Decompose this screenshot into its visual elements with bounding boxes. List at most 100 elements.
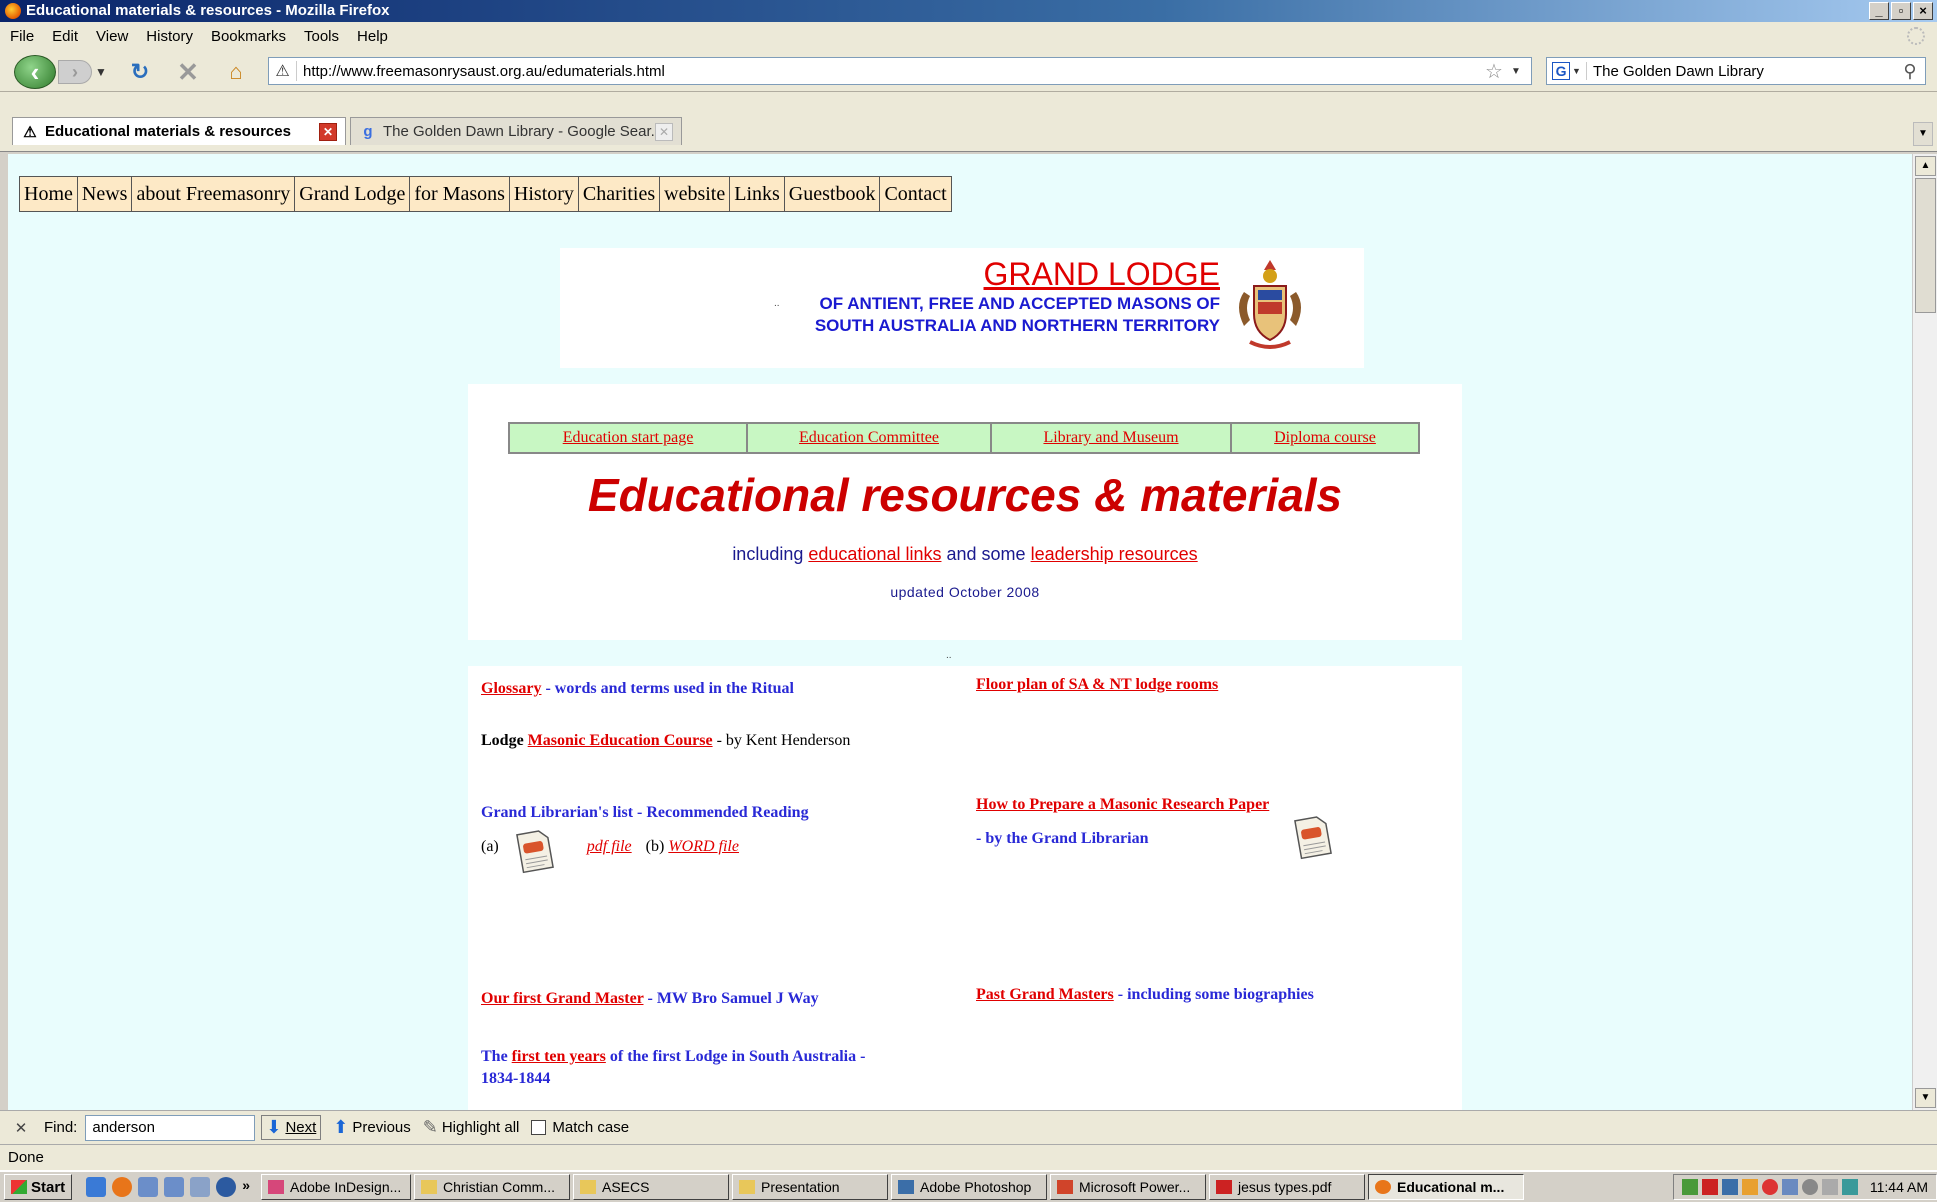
edu-nav-diploma-course[interactable]: Diploma course — [1232, 424, 1418, 452]
pdf-icon[interactable] — [515, 827, 556, 874]
window-icon[interactable] — [138, 1177, 159, 1197]
masonic-education-course-link[interactable]: Masonic Education Course — [528, 732, 713, 749]
edu-nav-library-museum[interactable]: Library and Museum — [992, 424, 1232, 452]
start-button[interactable]: Start — [4, 1174, 73, 1200]
navigation-toolbar: ‹ › ▼ ↻ ✕ ⌂ ⚠ http://www.freemasonrysaus… — [0, 50, 1937, 92]
checkbox-icon[interactable] — [531, 1120, 547, 1135]
taskbar-item-asecs[interactable]: ASECS — [572, 1174, 729, 1200]
forward-button[interactable]: › — [58, 60, 92, 84]
find-previous-button[interactable]: ⬆ Previous — [333, 1117, 410, 1138]
site-nav-grand-lodge[interactable]: Grand Lodge — [295, 177, 411, 211]
edu-nav-committee[interactable]: Education Committee — [748, 424, 992, 452]
tray-app-icon[interactable] — [1681, 1179, 1698, 1195]
research-paper-link[interactable]: How to Prepare a Masonic Research Paper — [976, 796, 1269, 813]
restore-button[interactable]: ▫ — [1891, 2, 1911, 20]
compass-icon: ⚠ — [23, 123, 37, 141]
menu-tools[interactable]: Tools — [304, 28, 339, 45]
floor-plan-link[interactable]: Floor plan of SA & NT lodge rooms — [976, 676, 1218, 693]
stop-button[interactable]: ✕ — [174, 57, 202, 87]
window-icon[interactable] — [164, 1177, 185, 1197]
taskbar-item-label: Adobe InDesign... — [289, 1179, 402, 1195]
menu-help[interactable]: Help — [357, 28, 388, 45]
close-tab-button[interactable]: ✕ — [319, 122, 337, 141]
media-player-icon[interactable] — [216, 1177, 237, 1197]
calculator-icon[interactable] — [190, 1177, 211, 1197]
bookmark-star-icon[interactable]: ☆ — [1485, 59, 1511, 84]
site-nav-contact[interactable]: Contact — [880, 177, 950, 211]
reload-button[interactable]: ↻ — [126, 58, 154, 86]
ie-icon[interactable] — [86, 1177, 107, 1197]
firefox-icon[interactable] — [112, 1177, 133, 1197]
tray-app-icon[interactable] — [1821, 1179, 1838, 1195]
more-quick-launch-icon[interactable]: » — [242, 1177, 250, 1197]
menu-view[interactable]: View — [96, 28, 128, 45]
site-identity-icon[interactable]: ⚠ — [269, 61, 297, 81]
taskbar-item-firefox-educational[interactable]: Educational m... — [1367, 1174, 1524, 1200]
first-ten-years-link[interactable]: first ten years — [512, 1048, 606, 1065]
address-bar[interactable]: ⚠ http://www.freemasonrysaust.org.au/edu… — [268, 57, 1532, 85]
vertical-scrollbar[interactable]: ▲ ▼ — [1912, 154, 1937, 1110]
close-window-button[interactable]: × — [1913, 2, 1933, 20]
tab-golden-dawn-search[interactable]: g The Golden Dawn Library - Google Sear.… — [350, 117, 682, 145]
taskbar-item-label: ASECS — [601, 1179, 650, 1195]
site-nav-about-freemasonry[interactable]: about Freemasonry — [132, 177, 296, 211]
scroll-up-button[interactable]: ▲ — [1915, 156, 1936, 176]
tray-app-icon[interactable] — [1721, 1179, 1738, 1195]
site-nav-charities[interactable]: Charities — [579, 177, 661, 211]
close-find-bar-icon[interactable]: ✕ — [8, 1119, 34, 1137]
tray-app-icon[interactable] — [1801, 1179, 1818, 1195]
tray-volume-icon[interactable] — [1841, 1179, 1858, 1195]
site-nav-links[interactable]: Links — [730, 177, 785, 211]
search-engine-button[interactable]: G ▼ — [1547, 62, 1587, 80]
find-input[interactable] — [85, 1114, 256, 1141]
site-nav-website[interactable]: website — [660, 177, 731, 211]
url-dropdown-icon[interactable]: ▼ — [1511, 66, 1531, 77]
first-grand-master-link[interactable]: Our first Grand Master — [481, 990, 644, 1007]
educational-links-link[interactable]: educational links — [808, 544, 941, 564]
tray-ati-icon[interactable] — [1701, 1179, 1718, 1195]
search-icon[interactable]: ⚲ — [1895, 61, 1925, 82]
pdf-icon[interactable] — [1293, 813, 1334, 860]
taskbar-item-christian-comm[interactable]: Christian Comm... — [413, 1174, 570, 1200]
taskbar-item-presentation[interactable]: Presentation — [731, 1174, 888, 1200]
scroll-down-button[interactable]: ▼ — [1915, 1088, 1936, 1108]
menu-history[interactable]: History — [146, 28, 193, 45]
highlight-all-button[interactable]: ✎ Highlight all — [423, 1117, 520, 1138]
tray-network-icon[interactable] — [1781, 1179, 1798, 1195]
indesign-icon — [267, 1180, 284, 1194]
tab-educational-materials[interactable]: ⚠ Educational materials & resources ✕ — [12, 117, 346, 145]
edu-nav-start-page[interactable]: Education start page — [510, 424, 748, 452]
history-dropdown-button[interactable]: ▼ — [94, 58, 108, 86]
site-nav-for-masons[interactable]: for Masons — [410, 177, 510, 211]
site-nav-home[interactable]: Home — [20, 177, 78, 211]
back-button[interactable]: ‹ — [14, 55, 56, 89]
taskbar-item-photoshop[interactable]: Adobe Photoshop — [890, 1174, 1047, 1200]
minimize-button[interactable]: _ — [1869, 2, 1889, 20]
all-tabs-dropdown-button[interactable]: ▼ — [1913, 122, 1933, 146]
taskbar-item-jesus-types-pdf[interactable]: jesus types.pdf — [1208, 1174, 1365, 1200]
taskbar-item-powerpoint[interactable]: Microsoft Power... — [1049, 1174, 1206, 1200]
leadership-resources-link[interactable]: leadership resources — [1031, 544, 1198, 564]
site-nav-news[interactable]: News — [78, 177, 133, 211]
site-nav-guestbook[interactable]: Guestbook — [785, 177, 881, 211]
url-text[interactable]: http://www.freemasonrysaust.org.au/eduma… — [303, 63, 1485, 80]
pdf-file-link[interactable]: pdf file — [587, 838, 632, 855]
menu-file[interactable]: File — [10, 28, 34, 45]
past-grand-masters-link[interactable]: Past Grand Masters — [976, 986, 1114, 1003]
glossary-link[interactable]: Glossary — [481, 680, 541, 697]
scroll-thumb[interactable] — [1915, 178, 1936, 313]
search-bar[interactable]: G ▼ The Golden Dawn Library ⚲ — [1546, 57, 1926, 85]
taskbar-item-indesign[interactable]: Adobe InDesign... — [260, 1174, 411, 1200]
menu-bookmarks[interactable]: Bookmarks — [211, 28, 286, 45]
clock[interactable]: 11:44 AM — [1870, 1179, 1928, 1195]
close-tab-button[interactable]: ✕ — [655, 122, 673, 141]
menu-edit[interactable]: Edit — [52, 28, 78, 45]
tray-app-icon[interactable] — [1741, 1179, 1758, 1195]
find-next-button[interactable]: ⬇ Next — [261, 1115, 322, 1140]
word-file-link[interactable]: WORD file — [668, 838, 739, 855]
home-button[interactable]: ⌂ — [222, 58, 250, 86]
match-case-checkbox[interactable]: Match case — [531, 1119, 629, 1136]
tray-security-icon[interactable] — [1761, 1179, 1778, 1195]
search-input[interactable]: The Golden Dawn Library — [1593, 63, 1895, 80]
site-nav-history[interactable]: History — [510, 177, 579, 211]
